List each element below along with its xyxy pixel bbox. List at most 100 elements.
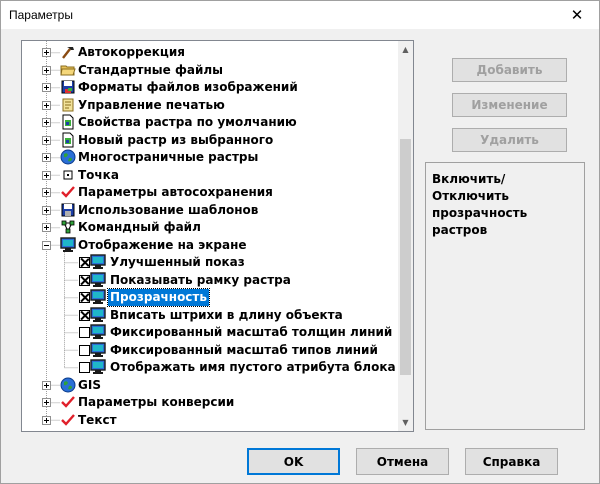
- expand-plus-icon[interactable]: [42, 153, 51, 162]
- delete-button[interactable]: Удалить: [452, 128, 567, 152]
- globe-icon: [60, 149, 76, 165]
- tree-item-label: Текст: [78, 412, 117, 427]
- tree-item[interactable]: Свойства растра по умолчанию: [22, 114, 398, 131]
- document-icon: [60, 132, 76, 148]
- red-check-icon: [60, 394, 76, 410]
- point-icon: [60, 167, 76, 183]
- tree-child-item[interactable]: Прозрачность: [22, 288, 398, 307]
- tree-item-label: Отображение на экране: [78, 237, 247, 252]
- expand-plus-icon[interactable]: [42, 205, 51, 215]
- close-icon[interactable]: ✕: [555, 1, 599, 29]
- tree-item-label: Командный файл: [78, 220, 201, 234]
- monitor-icon: [60, 236, 76, 253]
- document-icon: [60, 114, 76, 130]
- tree-item-label: GIS: [78, 377, 101, 392]
- tree-item-label: Свойства растра по умолчанию: [78, 115, 297, 129]
- tree-item[interactable]: Форматы файлов изображений: [22, 79, 398, 96]
- tree-child-item[interactable]: Отображать имя пустого атрибута блока: [22, 359, 398, 376]
- monitor-icon: [90, 306, 106, 323]
- cancel-button[interactable]: Отмена: [356, 448, 449, 475]
- tree-item[interactable]: Новый растр из выбранного: [22, 132, 398, 149]
- tree-item-label: Многостраничные растры: [78, 150, 259, 164]
- expand-plus-icon[interactable]: [42, 100, 51, 110]
- monitor-icon: [90, 359, 106, 375]
- option-checkbox[interactable]: [79, 257, 90, 268]
- expand-plus-icon[interactable]: [42, 135, 51, 145]
- tree-item-label: Точка: [78, 167, 119, 182]
- tree-item[interactable]: Управление печатью: [22, 97, 398, 114]
- tree-item[interactable]: Использование шаблонов: [22, 202, 398, 219]
- monitor-icon: [90, 254, 106, 270]
- tree-item[interactable]: Параметры автосохранения: [22, 184, 398, 201]
- tree-item-label-selected: Прозрачность: [107, 288, 210, 307]
- folder-icon: [60, 62, 76, 78]
- expand-plus-icon[interactable]: [42, 380, 51, 390]
- option-checkbox[interactable]: [79, 292, 90, 303]
- tree-item[interactable]: Точка: [22, 167, 398, 184]
- add-button[interactable]: Добавить: [452, 58, 567, 82]
- tree-item-label: Фиксированный масштаб толщин линий: [110, 325, 393, 339]
- expand-plus-icon[interactable]: [42, 83, 51, 92]
- tree-child-item[interactable]: Улучшенный показ: [22, 254, 398, 271]
- ok-button[interactable]: OK: [247, 448, 340, 475]
- tree-item-label: Управление печатью: [78, 97, 225, 112]
- tree-item[interactable]: Отображение на экране: [22, 236, 398, 254]
- edit-button[interactable]: Изменение: [452, 93, 567, 117]
- tree-item-label: Отображать имя пустого атрибута блока: [110, 360, 396, 374]
- disk-icon: [60, 202, 76, 218]
- red-check-icon: [60, 184, 76, 200]
- tree-item[interactable]: Автокоррекция: [22, 44, 398, 61]
- monitor-icon: [90, 289, 106, 305]
- tree-item-label: Параметры конверсии: [78, 395, 235, 409]
- expand-plus-icon[interactable]: [42, 65, 51, 75]
- expand-plus-icon[interactable]: [42, 398, 51, 407]
- scroll-down-icon[interactable]: ▼: [398, 414, 413, 431]
- expand-plus-icon[interactable]: [42, 48, 51, 57]
- tree-item[interactable]: Параметры конверсии: [22, 394, 398, 411]
- description-text: Включить/Отключить прозрачность растров: [432, 172, 528, 237]
- help-button[interactable]: Справка: [465, 448, 558, 475]
- parameters-tree[interactable]: Автокоррекция Стандартные файлы Форматы фа…: [21, 40, 414, 432]
- tree-item-label: Использование шаблонов: [78, 202, 259, 217]
- option-checkbox[interactable]: [79, 344, 90, 356]
- globe-icon: [60, 377, 76, 393]
- tree-child-item[interactable]: Вписать штрихи в длину объекта: [22, 306, 398, 324]
- monitor-icon: [90, 341, 106, 358]
- tree-item[interactable]: Текст: [22, 412, 398, 429]
- option-checkbox[interactable]: [79, 327, 90, 338]
- expand-plus-icon[interactable]: [42, 170, 51, 180]
- title-bar: Параметры ✕: [1, 1, 599, 29]
- description-panel: Включить/Отключить прозрачность растров: [425, 162, 585, 430]
- tree-item[interactable]: Командный файл: [22, 219, 398, 236]
- expand-plus-icon[interactable]: [42, 118, 51, 127]
- scroll-thumb[interactable]: [400, 139, 411, 375]
- monitor-icon: [90, 271, 106, 288]
- expand-plus-icon[interactable]: [42, 415, 51, 425]
- tree-item-label: Показывать рамку растра: [110, 272, 291, 287]
- tree-scrollbar[interactable]: ▲ ▼: [398, 41, 413, 431]
- red-check-icon: [60, 412, 76, 428]
- tree-item-label: Автокоррекция: [78, 45, 185, 59]
- scroll-icon: [60, 97, 76, 113]
- option-checkbox[interactable]: [79, 309, 90, 321]
- tree-child-item[interactable]: Показывать рамку растра: [22, 271, 398, 289]
- tree-child-item[interactable]: Фиксированный масштаб толщин линий: [22, 324, 398, 341]
- window-title: Параметры: [9, 8, 73, 22]
- tree-item-label: Форматы файлов изображений: [78, 80, 298, 94]
- collapse-minus-icon[interactable]: [42, 240, 51, 250]
- expand-plus-icon[interactable]: [42, 223, 51, 232]
- network-icon: [60, 219, 76, 235]
- expand-plus-icon[interactable]: [42, 188, 51, 197]
- tree-item[interactable]: Стандартные файлы: [22, 62, 398, 79]
- tree-child-item[interactable]: Фиксированный масштаб типов линий: [22, 341, 398, 359]
- hammer-icon: [60, 44, 76, 60]
- tree-item[interactable]: Многостраничные растры: [22, 149, 398, 166]
- option-checkbox[interactable]: [79, 362, 90, 373]
- parameters-dialog: Параметры ✕ Автокоррекция Стандартные фай…: [0, 0, 600, 484]
- option-checkbox[interactable]: [79, 274, 90, 286]
- tree-item-label: Стандартные файлы: [78, 62, 223, 77]
- tree-item-label: Параметры автосохранения: [78, 185, 273, 199]
- tree-item[interactable]: GIS: [22, 377, 398, 394]
- tree-item-label: Новый растр из выбранного: [78, 132, 274, 147]
- scroll-up-icon[interactable]: ▲: [398, 41, 413, 58]
